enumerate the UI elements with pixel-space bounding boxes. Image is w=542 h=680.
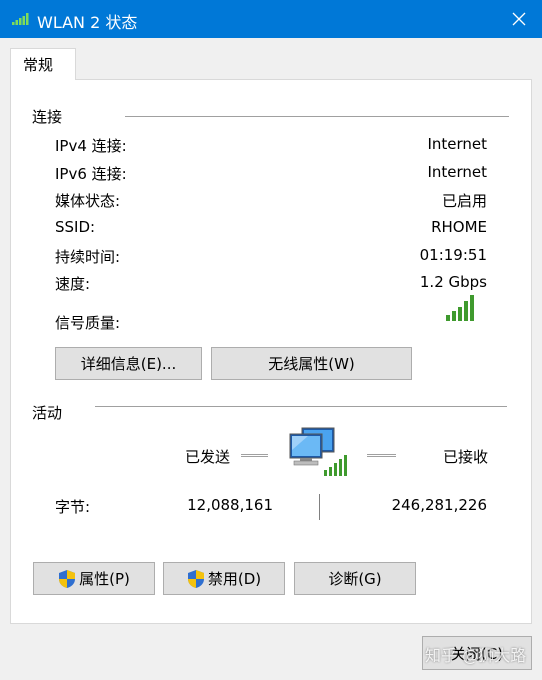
connection-section-title: 连接 — [32, 108, 63, 126]
tab-general[interactable]: 常规 — [10, 48, 76, 80]
tab-general-label: 常规 — [23, 56, 54, 74]
connection-divider — [125, 116, 509, 117]
close-window-button[interactable] — [496, 0, 542, 38]
shield-icon — [59, 569, 76, 588]
ssid-label: SSID: — [55, 218, 96, 236]
ipv6-label: IPv6 连接: — [55, 165, 127, 183]
close-button[interactable]: 关闭(C) — [422, 636, 532, 670]
ssid-value: RHOME — [431, 218, 487, 236]
disable-button-label: 禁用(D) — [207, 570, 262, 588]
properties-button-label: 属性(P) — [79, 570, 130, 588]
speed-value: 1.2 Gbps — [419, 273, 487, 291]
diagnose-button[interactable]: 诊断(G) — [294, 562, 416, 595]
ipv6-value: Internet — [427, 163, 487, 181]
properties-button[interactable]: 属性(P) — [33, 562, 155, 595]
duration-label: 持续时间: — [55, 248, 121, 266]
duration-value: 01:19:51 — [419, 246, 487, 264]
signal-strength-icon — [446, 295, 474, 321]
wireless-properties-button[interactable]: 无线属性(W) — [211, 347, 412, 380]
title-bar: WLAN 2 状态 — [0, 0, 542, 38]
activity-divider — [95, 406, 507, 407]
bytes-received-value: 246,281,226 — [391, 496, 487, 514]
media-state-label: 媒体状态: — [55, 192, 121, 210]
general-panel: 连接 IPv4 连接: Internet IPv6 连接: Internet 媒… — [10, 79, 532, 624]
received-label: 已接收 — [443, 448, 489, 466]
window-title: WLAN 2 状态 — [37, 13, 138, 32]
wifi-signal-icon — [12, 13, 29, 25]
ipv4-value: Internet — [427, 135, 487, 153]
disable-button[interactable]: 禁用(D) — [163, 562, 285, 595]
close-icon — [512, 12, 526, 26]
sent-line — [241, 454, 268, 457]
sent-label: 已发送 — [185, 448, 231, 466]
bytes-label: 字节: — [55, 498, 91, 516]
activity-section-title: 活动 — [32, 404, 63, 422]
media-state-value: 已启用 — [441, 192, 487, 210]
shield-icon — [187, 569, 204, 588]
details-button[interactable]: 详细信息(E)... — [55, 347, 202, 380]
bytes-sent-value: 12,088,161 — [187, 496, 273, 514]
ipv4-label: IPv4 连接: — [55, 137, 127, 155]
speed-label: 速度: — [55, 275, 91, 293]
signal-quality-label: 信号质量: — [55, 314, 121, 332]
received-line — [367, 454, 396, 457]
bytes-divider — [319, 494, 320, 520]
network-computers-icon — [289, 427, 347, 476]
